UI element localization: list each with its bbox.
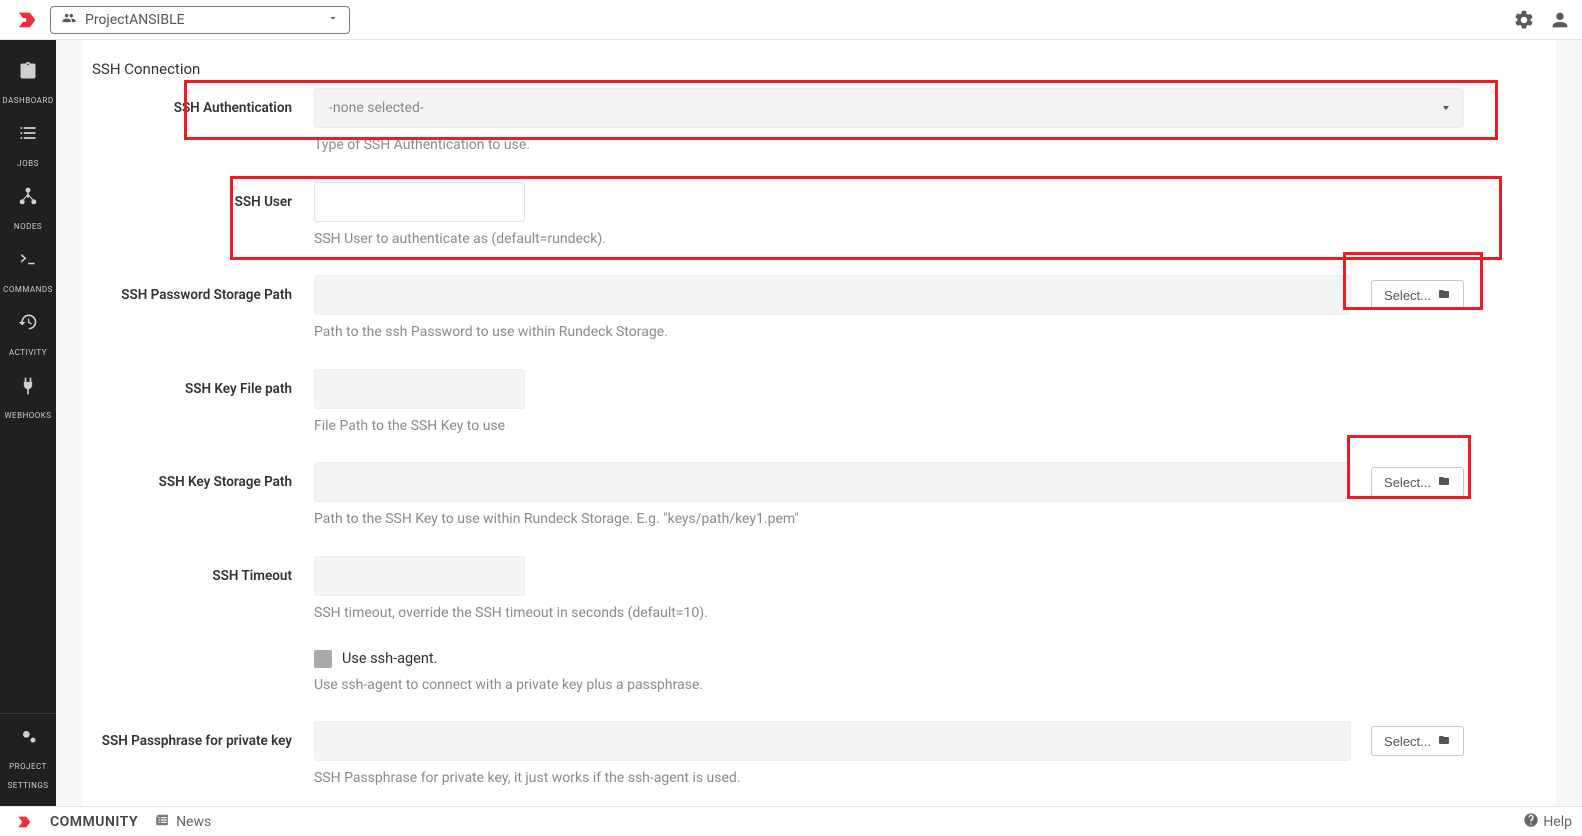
gears-icon xyxy=(0,726,56,750)
ssh-password-storage-select-button[interactable]: Select... xyxy=(1371,280,1464,310)
sidebar-item-label: NODES xyxy=(14,222,42,231)
chevron-down-icon xyxy=(1443,106,1449,110)
help-link[interactable]: Help xyxy=(1523,812,1572,832)
ssh-user-input[interactable] xyxy=(314,182,525,222)
row-ssh-timeout: SSH Timeout SSH timeout, override the SS… xyxy=(82,556,1556,624)
group-icon xyxy=(61,11,77,29)
folder-open-icon xyxy=(1437,288,1451,303)
ssh-key-file-input[interactable] xyxy=(314,369,525,409)
sidebar-item-webhooks[interactable]: WEBHOOKS xyxy=(0,367,56,430)
folder-open-icon xyxy=(1437,734,1451,749)
folder-open-icon xyxy=(1437,475,1451,490)
help-use-ssh-agent: Use ssh-agent to connect with a private … xyxy=(314,676,1464,696)
sidebar: DASHBOARD JOBS NODES COMMANDS ACTIVITY W… xyxy=(0,40,56,806)
label-ssh-key-file: SSH Key File path xyxy=(82,369,314,397)
newspaper-icon xyxy=(154,813,170,831)
row-ssh-passphrase: SSH Passphrase for private key Select...… xyxy=(82,721,1556,789)
settings-button[interactable] xyxy=(1512,8,1536,32)
label-ssh-authentication: SSH Authentication xyxy=(82,88,314,116)
row-ssh-key-file: SSH Key File path File Path to the SSH K… xyxy=(82,369,1556,437)
footer: COMMUNITY News Help xyxy=(0,806,1582,836)
sidebar-item-dashboard[interactable]: DASHBOARD xyxy=(0,52,56,115)
help-ssh-key-file: File Path to the SSH Key to use xyxy=(314,417,1464,437)
label-empty xyxy=(82,650,314,662)
row-ssh-authentication: SSH Authentication -none selected- Type … xyxy=(82,88,1556,156)
sidebar-item-label: JOBS xyxy=(17,159,39,168)
help-ssh-key-storage: Path to the SSH Key to use within Rundec… xyxy=(314,510,1464,530)
ssh-password-storage-input[interactable] xyxy=(314,275,1351,315)
sidebar-item-nodes[interactable]: NODES xyxy=(0,178,56,241)
ssh-passphrase-select-button[interactable]: Select... xyxy=(1371,726,1464,756)
ssh-key-storage-input[interactable] xyxy=(314,462,1351,502)
ssh-timeout-input[interactable] xyxy=(314,556,525,596)
plug-icon xyxy=(0,375,56,399)
row-ssh-user: SSH User SSH User to authenticate as (de… xyxy=(82,182,1556,250)
help-ssh-passphrase: SSH Passphrase for private key, it just … xyxy=(314,769,1464,789)
project-selector[interactable]: ProjectANSIBLE xyxy=(50,6,350,34)
form-panel: SSH Connection SSH Authentication -none … xyxy=(82,40,1556,806)
help-ssh-authentication: Type of SSH Authentication to use. xyxy=(314,136,1464,156)
sidebar-item-label: PROJECTSETTINGS xyxy=(7,762,48,790)
help-ssh-password-storage: Path to the ssh Password to use within R… xyxy=(314,323,1464,343)
row-ssh-key-storage: SSH Key Storage Path Select... Path to t… xyxy=(82,462,1556,530)
news-link[interactable]: News xyxy=(176,814,211,830)
user-button[interactable] xyxy=(1548,8,1572,32)
terminal-icon xyxy=(0,249,56,273)
label-ssh-password-storage: SSH Password Storage Path xyxy=(82,275,314,303)
label-ssh-passphrase: SSH Passphrase for private key xyxy=(82,721,314,749)
topbar: ProjectANSIBLE xyxy=(0,0,1582,40)
sidebar-item-project-settings[interactable]: PROJECTSETTINGS xyxy=(0,713,56,806)
chevron-down-icon xyxy=(327,12,339,27)
ssh-passphrase-input[interactable] xyxy=(314,721,1351,761)
nodes-icon xyxy=(0,186,56,210)
history-icon xyxy=(0,312,56,336)
ssh-key-storage-select-button[interactable]: Select... xyxy=(1371,467,1464,497)
content-scroll[interactable]: SSH Connection SSH Authentication -none … xyxy=(56,40,1582,806)
ssh-authentication-select[interactable]: -none selected- xyxy=(314,88,1464,128)
label-ssh-key-storage: SSH Key Storage Path xyxy=(82,462,314,490)
sidebar-item-label: ACTIVITY xyxy=(9,348,47,357)
label-ssh-user: SSH User xyxy=(82,182,314,210)
row-ssh-password-storage: SSH Password Storage Path Select... Path… xyxy=(82,275,1556,343)
use-ssh-agent-checkbox[interactable] xyxy=(314,650,332,668)
label-ssh-timeout: SSH Timeout xyxy=(82,556,314,584)
select-value: -none selected- xyxy=(329,100,424,116)
community-label: COMMUNITY xyxy=(50,814,138,830)
help-icon xyxy=(1523,812,1539,832)
sidebar-item-activity[interactable]: ACTIVITY xyxy=(0,304,56,367)
list-icon xyxy=(0,123,56,147)
sidebar-item-label: COMMANDS xyxy=(3,285,53,294)
sidebar-item-label: DASHBOARD xyxy=(2,96,53,105)
sidebar-item-commands[interactable]: COMMANDS xyxy=(0,241,56,304)
help-ssh-user: SSH User to authenticate as (default=run… xyxy=(314,230,1464,250)
rundeck-logo-icon xyxy=(16,8,40,32)
project-name: ProjectANSIBLE xyxy=(85,12,319,28)
use-ssh-agent-label: Use ssh-agent. xyxy=(342,650,437,667)
clipboard-icon xyxy=(0,60,56,84)
rundeck-logo-icon xyxy=(16,813,34,831)
section-title: SSH Connection xyxy=(92,60,1556,78)
sidebar-item-jobs[interactable]: JOBS xyxy=(0,115,56,178)
help-ssh-timeout: SSH timeout, override the SSH timeout in… xyxy=(314,604,1464,624)
sidebar-item-label: WEBHOOKS xyxy=(4,411,51,420)
row-use-ssh-agent: Use ssh-agent. Use ssh-agent to connect … xyxy=(82,650,1556,696)
